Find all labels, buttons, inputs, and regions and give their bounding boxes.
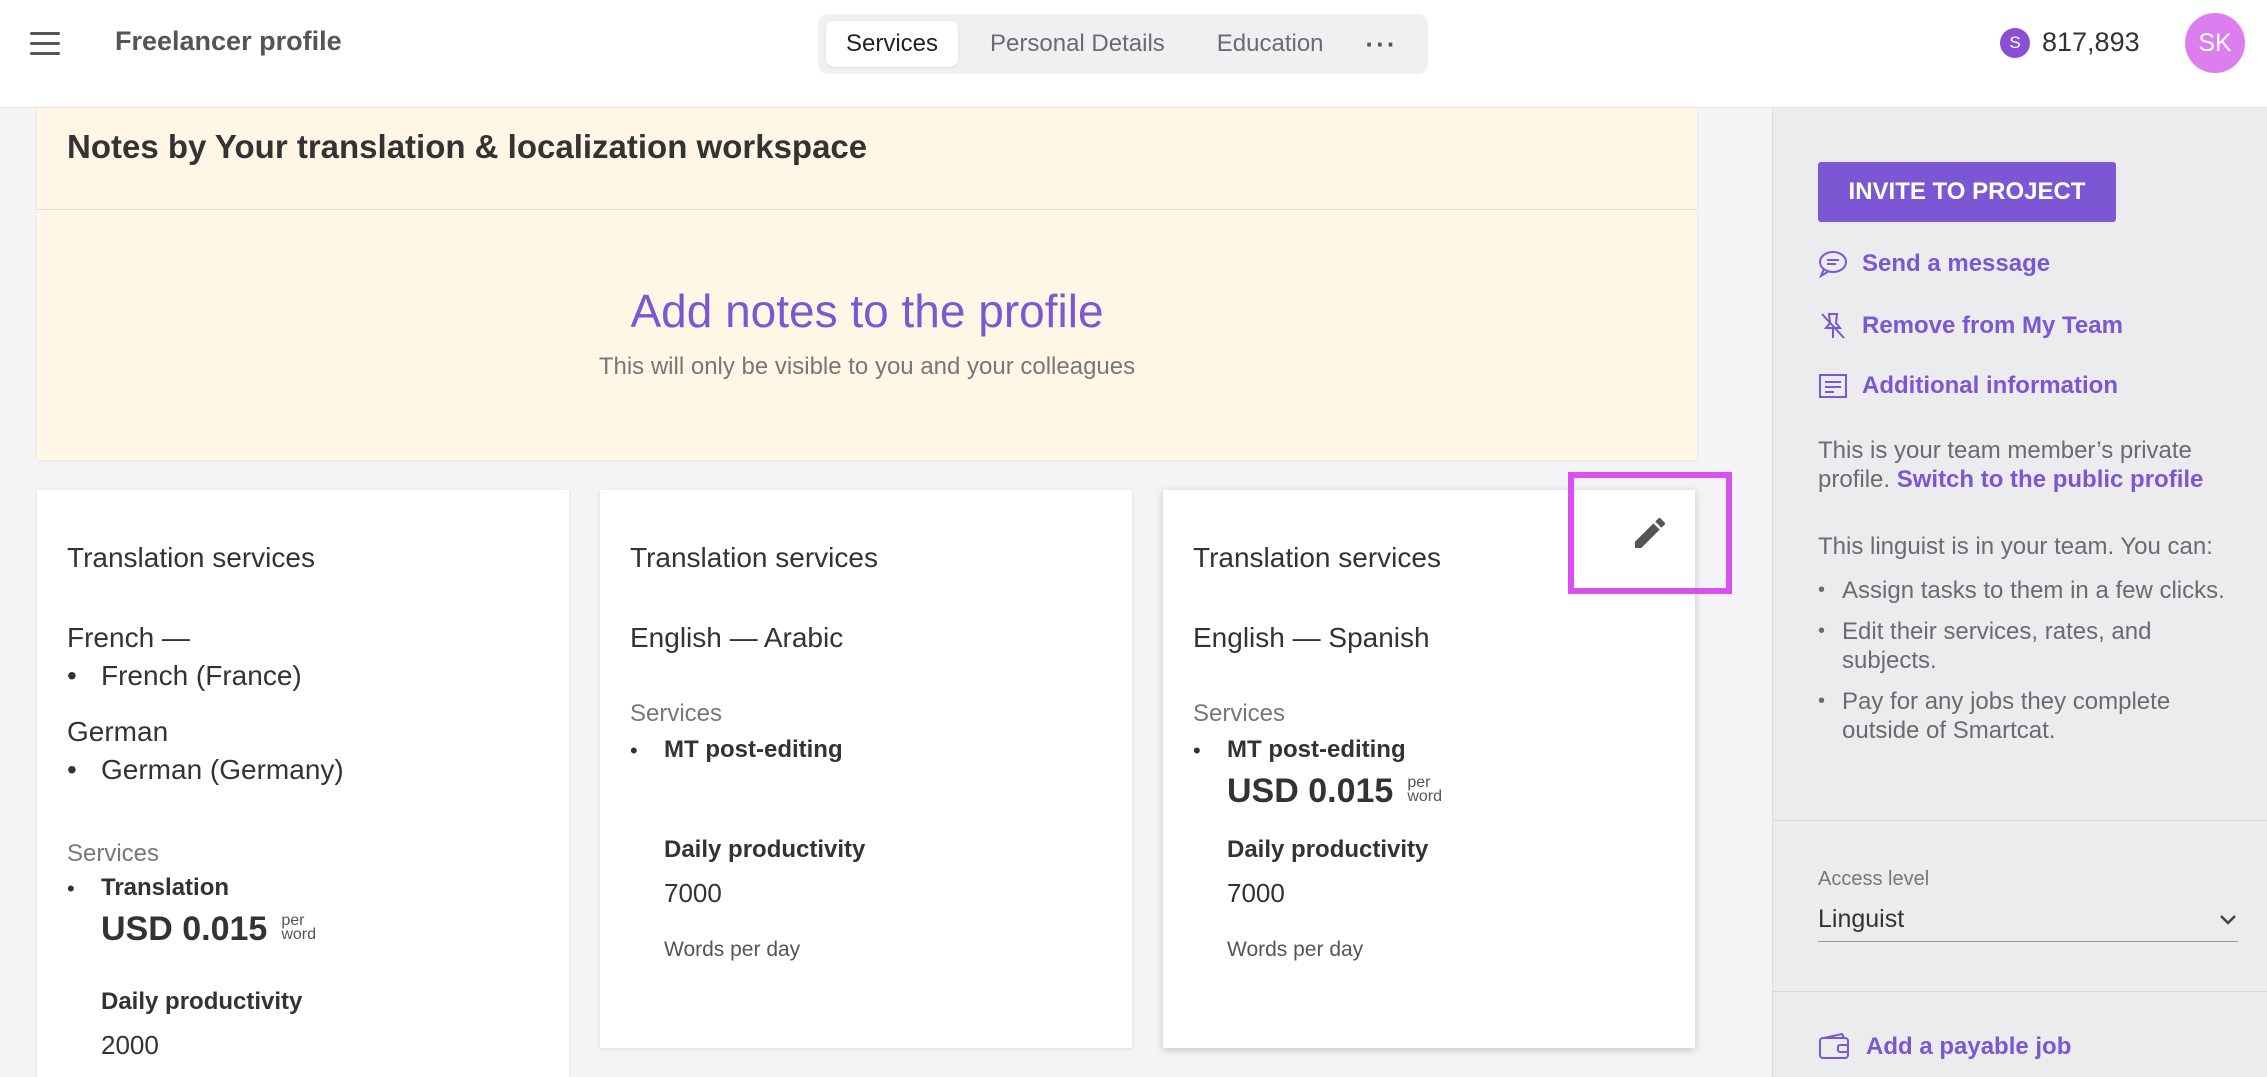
avatar[interactable]: SK (2185, 13, 2245, 73)
tab-personal-details[interactable]: Personal Details (970, 21, 1185, 67)
info-list-icon (1819, 374, 1847, 398)
service-bullet: • (1193, 738, 1201, 763)
access-level-label: Access level (1818, 868, 1930, 890)
send-message-link[interactable]: Send a message (1818, 250, 2050, 278)
notes-panel: Notes by Your translation & localization… (37, 108, 1697, 460)
unpin-icon (1821, 313, 1845, 339)
more-tabs-icon[interactable]: ··· (1356, 21, 1408, 67)
productivity-value: 7000 (1227, 878, 1285, 908)
pencil-icon[interactable] (1630, 513, 1670, 553)
tab-bar: Services Personal Details Education ··· (818, 14, 1428, 74)
services-label: Services (67, 840, 160, 867)
switch-to-public-profile-link[interactable]: Switch to the public profile (1897, 466, 2204, 493)
service-rate: USD 0.015 per word (101, 910, 317, 948)
service-rate: USD 0.015 per word (1227, 772, 1443, 810)
remove-from-team-link[interactable]: Remove from My Team (1818, 311, 2123, 341)
invite-to-project-button[interactable]: INVITE TO PROJECT (1818, 162, 2116, 222)
card-title: Translation services (630, 542, 878, 573)
sidebar: INVITE TO PROJECT Send a message Remove … (1772, 108, 2267, 1077)
coin-icon: S (2000, 27, 2030, 58)
notes-subtitle: This will only be visible to you and you… (598, 353, 1136, 380)
language-pair: English — Spanish (1193, 622, 1430, 653)
chat-icon (1819, 251, 1847, 278)
add-payable-job-link[interactable]: Add a payable job (1818, 1033, 2071, 1061)
divider (1773, 991, 2267, 992)
language-pair: German (67, 716, 169, 747)
language-variant: • French (France) (67, 660, 302, 691)
access-level-select[interactable]: Linguist (1818, 898, 2238, 942)
service-card-english-arabic: Translation services English — Arabic Se… (600, 490, 1132, 1048)
services-label: Services (1193, 700, 1286, 727)
productivity-label: Daily productivity (101, 988, 303, 1015)
list-item: • Edit their services, rates, and subject… (1818, 618, 2152, 674)
team-capabilities-list: • Assign tasks to them in a few clicks. •… (1818, 576, 2238, 757)
services-label: Services (630, 700, 723, 727)
notes-title: Notes by Your translation & localization… (67, 128, 868, 165)
service-bullet: • (630, 738, 638, 763)
divider (1773, 820, 2267, 821)
wallet-icon (1819, 1033, 1849, 1059)
additional-information-link[interactable]: Additional information (1818, 372, 2118, 400)
productivity-value: 2000 (101, 1030, 159, 1060)
page-title: Freelancer profile (115, 26, 342, 56)
language-variant: • German (Germany) (67, 754, 344, 785)
chevron-down-icon (2220, 914, 2236, 925)
productivity-unit: Words per day (1227, 938, 1364, 961)
service-name: MT post-editing (1227, 736, 1406, 763)
productivity-value: 7000 (664, 878, 722, 908)
productivity-label: Daily productivity (1227, 836, 1429, 863)
balance-value: 817,893 (2042, 27, 2140, 57)
service-name: MT post-editing (664, 736, 843, 763)
private-profile-text: This is your team member’s private profi… (1818, 437, 2204, 493)
language-pair: English — Arabic (630, 622, 844, 653)
card-title: Translation services (67, 542, 315, 573)
add-notes-link[interactable]: Add notes to the profile (37, 284, 1697, 338)
service-bullet: • (67, 876, 75, 901)
list-item: • Pay for any jobs they complete outside … (1818, 688, 2171, 744)
service-card-french-german: Translation services French — • French (F… (37, 490, 569, 1077)
service-name: Translation (101, 874, 230, 901)
top-bar: Freelancer profile Services Personal Det… (0, 0, 2267, 108)
language-pair: French — (67, 622, 190, 653)
productivity-label: Daily productivity (664, 836, 866, 863)
productivity-unit: Words per day (664, 938, 801, 961)
list-item: • Assign tasks to them in a few clicks. (1818, 577, 2225, 604)
menu-icon[interactable] (30, 32, 60, 56)
tab-education[interactable]: Education (1197, 21, 1344, 67)
tab-services[interactable]: Services (826, 21, 959, 67)
card-title: Translation services (1193, 542, 1441, 573)
balance: S 817,893 (2000, 27, 2140, 58)
notes-divider (37, 209, 1697, 210)
team-text: This linguist is in your team. You can: (1818, 533, 2213, 560)
